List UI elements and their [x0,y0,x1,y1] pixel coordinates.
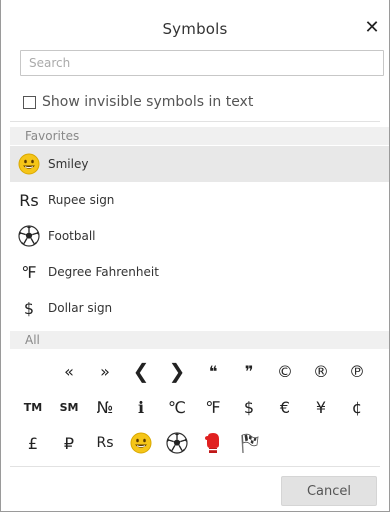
cancel-button[interactable]: Cancel [281,476,377,506]
rupee-symbol: Rs [19,190,39,210]
football-icon[interactable] [160,425,194,461]
symbol-cell[interactable]: ® [304,353,338,389]
dollar-symbol: $ [23,298,35,318]
football-icon [14,223,44,249]
symbol-cell[interactable]: Rs [88,425,122,461]
dialog-title: Symbols [162,20,228,38]
all-header: All [10,331,389,349]
favorite-item-label: Football [48,229,96,243]
symbol-grid: « » ❮ ❯ ❝ ❞ © ® ℗ TM SM № ℹ ℃ ℉ $ € ¥ ¢ … [10,353,389,461]
symbol-cell-empty [340,425,374,461]
favorite-item-rupee-sign[interactable]: Rs Rupee sign [10,182,389,218]
favorite-item-label: Degree Fahrenheit [48,265,159,279]
symbol-cell[interactable]: ℗ [340,353,374,389]
symbol-cell[interactable]: ¥ [304,389,338,425]
symbol-cell[interactable]: ❮ [124,353,158,389]
symbol-cell[interactable]: ¢ [340,389,374,425]
favorite-item-dollar-sign[interactable]: $ Dollar sign [10,290,389,326]
smiley-icon [14,151,44,177]
symbol-cell[interactable]: » [88,353,122,389]
favorites-header: Favorites [10,127,389,145]
smiley-icon[interactable] [124,425,158,461]
symbol-cell[interactable]: « [52,353,86,389]
boxing-glove-icon[interactable] [196,425,230,461]
favorite-item-label: Rupee sign [48,193,115,207]
show-invisible-checkbox[interactable] [23,95,36,109]
favorites-list: Smiley Rs Rupee sign Football ℉ Degree F… [10,146,389,326]
favorite-item-degree-fahrenheit[interactable]: ℉ Degree Fahrenheit [10,254,389,290]
symbol-cell-empty [304,425,338,461]
symbol-cell[interactable]: SM [52,389,86,425]
fahrenheit-symbol: ℉ [21,262,37,282]
favorite-item-label: Dollar sign [48,301,113,315]
checkered-flag-icon[interactable] [232,425,266,461]
symbol-cell[interactable]: ℉ [196,389,230,425]
title-bar: Symbols ✕ [1,0,389,42]
favorite-item-football[interactable]: Football [10,218,389,254]
symbol-cell[interactable]: € [268,389,302,425]
symbol-cell[interactable]: ❞ [232,353,266,389]
symbol-cell[interactable]: $ [232,389,266,425]
show-invisible-label: Show invisible symbols in text [42,94,254,110]
symbol-cell[interactable]: ℹ [124,389,158,425]
divider [10,121,380,122]
symbol-cell[interactable]: ₽ [52,425,86,461]
favorite-item-smiley[interactable]: Smiley [10,146,389,182]
search-input[interactable] [20,50,384,76]
favorite-item-label: Smiley [48,157,89,171]
symbol-cell-empty [268,425,302,461]
symbol-cell[interactable]: ❯ [160,353,194,389]
symbols-dialog: Symbols ✕ Show invisible symbols in text… [0,0,390,512]
symbol-cell-empty [16,353,50,389]
close-icon[interactable]: ✕ [364,19,380,37]
symbol-cell[interactable]: © [268,353,302,389]
symbol-cell[interactable]: TM [16,389,50,425]
symbol-cell[interactable]: № [88,389,122,425]
symbol-cell[interactable]: £ [16,425,50,461]
symbol-cell[interactable]: ❝ [196,353,230,389]
show-invisible-checkbox-row[interactable]: Show invisible symbols in text [23,93,253,111]
footer-divider [10,466,380,467]
symbol-cell[interactable]: ℃ [160,389,194,425]
